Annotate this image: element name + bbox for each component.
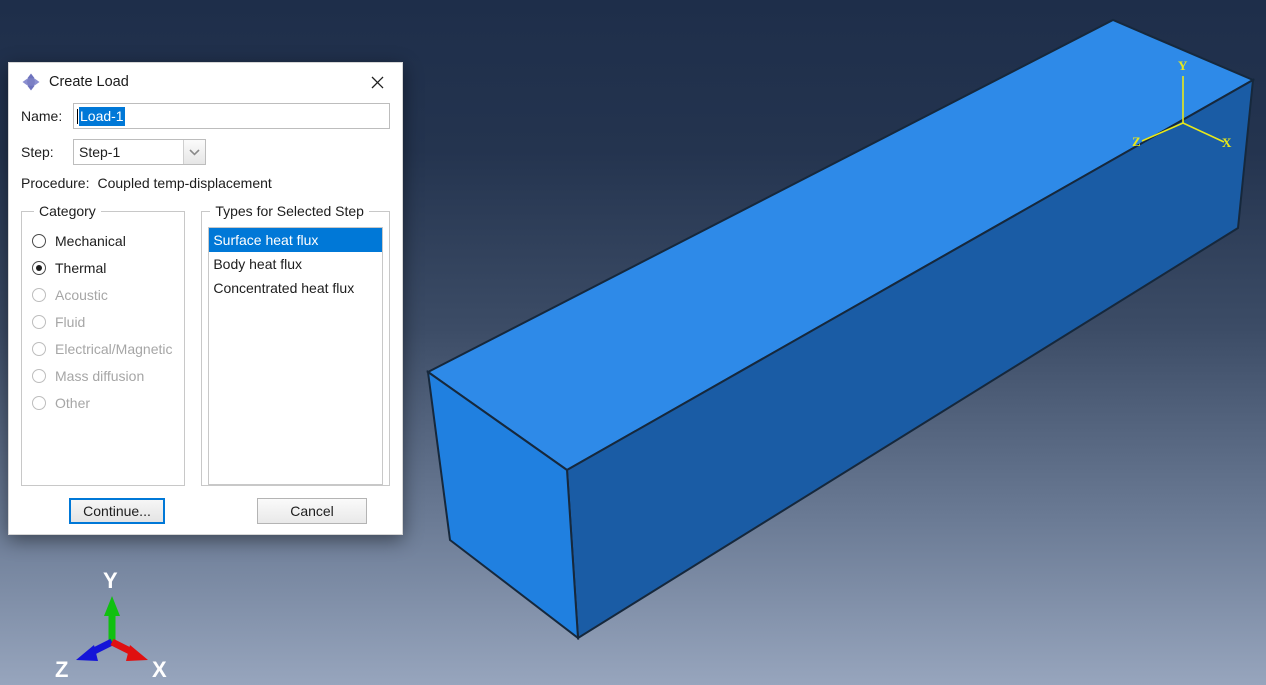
list-item-body-heat-flux[interactable]: Body heat flux [209, 252, 382, 276]
radio-icon [32, 314, 46, 329]
radio-fluid: Fluid [32, 308, 174, 335]
triad-y-axis [104, 596, 120, 642]
chevron-down-icon[interactable] [183, 140, 205, 164]
step-row: Step: Step-1 [21, 139, 390, 165]
name-row: Name: Load-1 [21, 103, 390, 129]
name-label: Name: [21, 108, 63, 124]
category-legend: Category [39, 203, 96, 219]
dialog-titlebar[interactable]: Create Load [9, 63, 402, 101]
radio-electrical-magnetic: Electrical/Magnetic [32, 335, 174, 362]
radio-label: Electrical/Magnetic [55, 340, 173, 357]
types-group: Types for Selected Step Surface heat flu… [201, 203, 390, 486]
radio-icon [32, 287, 46, 302]
radio-mechanical[interactable]: Mechanical [32, 227, 174, 254]
list-item-concentrated-heat-flux[interactable]: Concentrated heat flux [209, 276, 382, 300]
load-name-input[interactable]: Load-1 [73, 103, 390, 129]
types-legend: Types for Selected Step [215, 203, 364, 219]
datum-z-label: Z [1132, 134, 1141, 149]
triad-x-axis [110, 638, 148, 661]
continue-button[interactable]: Continue... [69, 498, 165, 524]
cancel-button[interactable]: Cancel [257, 498, 367, 524]
step-label: Step: [21, 144, 54, 160]
radio-icon [32, 260, 46, 275]
procedure-row: Procedure: Coupled temp-displacement [21, 175, 390, 191]
dialog-body: Name: Load-1 Step: Step-1 Procedure: Cou… [9, 103, 402, 486]
radio-mass-diffusion: Mass diffusion [32, 362, 174, 389]
triad-z-axis [76, 638, 114, 661]
category-group: Category Mechanical Thermal Acoustic Flu… [21, 203, 186, 486]
view-orientation-triad: Y Z X [30, 560, 190, 685]
dialog-button-row: Continue... Cancel [9, 498, 402, 524]
radio-label: Mechanical [55, 232, 126, 249]
radio-icon [32, 341, 46, 356]
radio-acoustic: Acoustic [32, 281, 174, 308]
radio-other: Other [32, 389, 174, 416]
datum-y-label: Y [1178, 58, 1188, 73]
radio-icon [32, 395, 46, 410]
radio-thermal[interactable]: Thermal [32, 254, 174, 281]
procedure-label: Procedure: [21, 175, 90, 191]
list-item-surface-heat-flux[interactable]: Surface heat flux [209, 228, 382, 252]
step-select[interactable]: Step-1 [73, 139, 206, 165]
step-selected-value: Step-1 [79, 144, 121, 160]
radio-label: Fluid [55, 313, 86, 330]
radio-label: Thermal [55, 259, 107, 276]
types-listbox[interactable]: Surface heat flux Body heat flux Concent… [208, 227, 383, 485]
radio-label: Other [55, 394, 91, 411]
dialog-title: Create Load [49, 74, 129, 90]
dialog-groups: Category Mechanical Thermal Acoustic Flu… [21, 203, 390, 486]
application-window: Y Z X Y Z X Create Load Name: Load-1 Ste… [0, 0, 1266, 685]
triad-x-label: X [152, 657, 167, 682]
radio-icon [32, 368, 46, 383]
create-load-dialog: Create Load Name: Load-1 Step: Step-1 Pr… [8, 62, 403, 535]
radio-label: Acoustic [55, 286, 108, 303]
abaqus-diamond-icon [21, 72, 41, 92]
datum-x-label: X [1222, 135, 1232, 150]
radio-icon [32, 233, 46, 248]
procedure-value: Coupled temp-displacement [97, 175, 272, 191]
triad-z-label: Z [55, 657, 68, 682]
radio-label: Mass diffusion [55, 367, 145, 384]
close-icon[interactable] [358, 67, 396, 97]
load-name-value: Load-1 [79, 106, 125, 126]
triad-y-label: Y [103, 568, 118, 593]
text-caret [77, 108, 78, 124]
